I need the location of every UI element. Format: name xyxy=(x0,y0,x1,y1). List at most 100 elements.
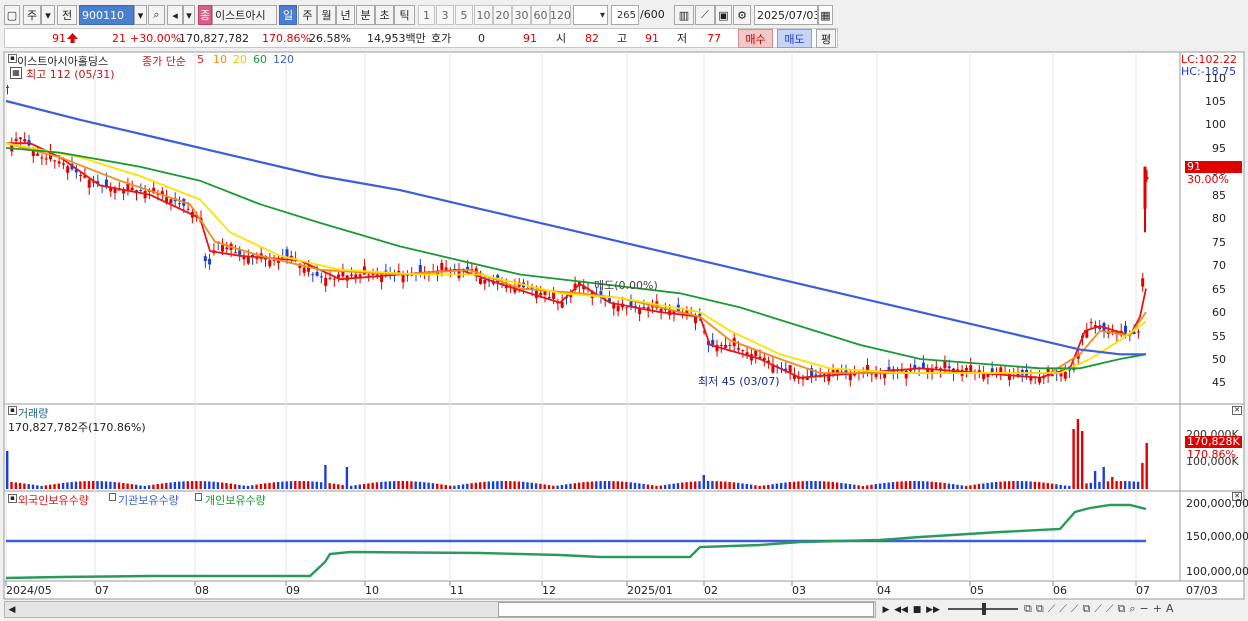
volume-bar xyxy=(44,485,48,489)
candle-body xyxy=(203,256,207,262)
volume-bar xyxy=(603,481,607,489)
volume-bar xyxy=(1003,481,1006,489)
scroll-left-icon[interactable]: ◀ xyxy=(5,602,19,617)
volume-bar xyxy=(1038,482,1041,489)
candle-body xyxy=(947,366,951,369)
volume-last-tag: 170,828K xyxy=(1185,436,1242,448)
volume-bar xyxy=(878,483,882,489)
x-axis-label: 07 xyxy=(1136,584,1150,597)
panel-menu-icon[interactable]: ▪ xyxy=(8,54,17,63)
volume-bar xyxy=(350,485,353,489)
volume-bar xyxy=(663,484,667,489)
volume-bar xyxy=(315,481,318,489)
play-icon[interactable]: ▶ xyxy=(879,602,893,617)
volume-bar xyxy=(40,485,43,489)
volume-bar xyxy=(595,481,598,489)
volume-bar xyxy=(487,481,490,489)
grid-icon[interactable]: ▦ xyxy=(10,67,22,79)
volume-bar xyxy=(165,482,168,489)
volume-bar xyxy=(530,482,533,489)
volume-bar xyxy=(620,481,624,489)
volume-bar xyxy=(651,485,654,489)
volume-bar xyxy=(969,485,972,489)
volume-bar xyxy=(522,481,525,489)
candle-body xyxy=(1141,278,1145,287)
chart-tools[interactable]: ⧉⧉⟋⟋⟋⧉⟋⟋⧉⌕−+A xyxy=(1024,602,1244,617)
volume-bar xyxy=(694,481,697,489)
volume-bar xyxy=(939,482,942,489)
holding-panel-icon[interactable]: ▪ xyxy=(8,494,17,503)
last-pct-tag: 30.00% xyxy=(1187,173,1229,186)
volume-bar xyxy=(264,483,267,489)
volume-bar xyxy=(345,467,349,489)
volume-bar xyxy=(31,484,35,489)
volume-bar xyxy=(702,475,705,489)
candle-body xyxy=(53,160,57,162)
candle-body xyxy=(139,189,143,191)
speed-slider-handle[interactable] xyxy=(982,603,986,615)
volume-bar xyxy=(784,482,787,489)
volume-bar xyxy=(225,483,228,489)
volume-bar xyxy=(139,485,142,489)
volume-bar xyxy=(990,482,994,489)
volume-bar xyxy=(1016,481,1019,489)
volume-bar xyxy=(934,482,938,489)
volume-panel-icon[interactable]: ▪ xyxy=(8,406,17,415)
ma-120-label: 120 xyxy=(273,53,294,66)
volume-bar xyxy=(810,481,813,489)
candle-body xyxy=(350,274,353,276)
candle-body xyxy=(44,158,48,160)
volume-bar xyxy=(418,481,422,489)
volume-bar xyxy=(762,485,766,489)
volume-bar xyxy=(500,481,503,489)
volume-bar xyxy=(393,481,396,489)
fast-forward-icon[interactable]: ▶▶ xyxy=(926,602,940,617)
candle-body xyxy=(268,260,272,267)
candle-body xyxy=(440,262,444,270)
volume-bar xyxy=(96,481,99,489)
candle-body xyxy=(130,187,134,191)
volume-bar xyxy=(1085,483,1088,489)
volume-bar xyxy=(913,481,916,489)
rewind-icon[interactable]: ◀◀ xyxy=(894,602,908,617)
volume-bar xyxy=(780,483,783,489)
volume-bar xyxy=(659,485,662,489)
close-icon[interactable]: ✕ xyxy=(1232,406,1242,415)
volume-bar xyxy=(552,485,555,489)
volume-bar xyxy=(848,484,852,489)
x-axis-label: 2025/01 xyxy=(627,584,673,597)
candle-body xyxy=(332,278,336,280)
scroll-thumb[interactable] xyxy=(498,602,874,617)
volume-bar xyxy=(246,485,250,489)
candle-body xyxy=(543,291,547,295)
stop-icon[interactable]: ■ xyxy=(910,602,924,617)
volume-bar xyxy=(272,482,275,489)
high-note: 최고 112 (05/31) xyxy=(26,68,115,81)
candle-body xyxy=(956,369,960,371)
candle-body xyxy=(547,296,551,298)
volume-bar xyxy=(294,481,297,489)
candle-body xyxy=(728,344,732,346)
volume-bar xyxy=(457,485,460,489)
candle-body xyxy=(208,258,212,265)
volume-bar xyxy=(909,481,912,489)
volume-bar xyxy=(964,485,968,489)
candle-body xyxy=(921,362,925,369)
volume-bar xyxy=(410,481,413,489)
candle-body xyxy=(1098,327,1102,330)
volume-bar xyxy=(242,485,245,489)
volume-bar xyxy=(375,482,379,489)
volume-bar xyxy=(758,485,761,489)
volume-bar xyxy=(676,483,680,489)
volume-bar xyxy=(539,483,542,489)
chart-window: { "toolbar":{ "period_label":"주", "marke… xyxy=(0,0,1248,621)
volume-bar xyxy=(61,482,65,489)
candle-body xyxy=(328,277,332,279)
volume-bar xyxy=(1115,481,1118,489)
x-axis-label: 05 xyxy=(970,584,984,597)
volume-bar xyxy=(629,482,632,489)
volume-bar xyxy=(448,485,452,489)
volume-bar xyxy=(1102,467,1105,489)
volume-bar xyxy=(251,485,254,489)
volume-bar xyxy=(556,485,559,489)
